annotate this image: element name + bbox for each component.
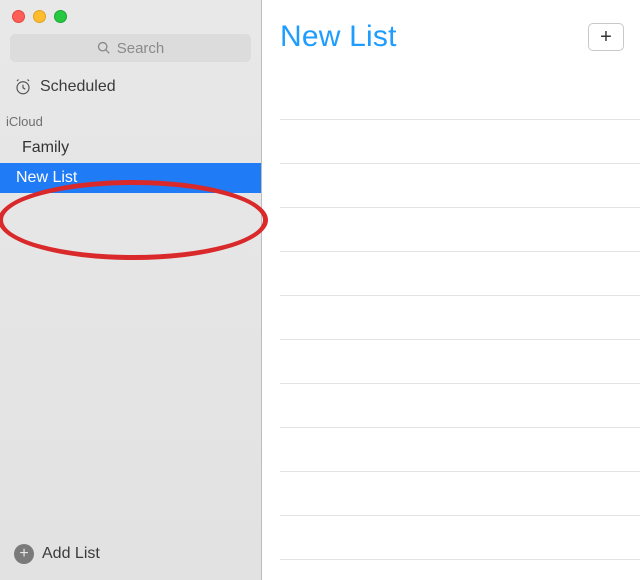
add-reminder-button[interactable]: + <box>588 23 624 51</box>
sidebar-list-family[interactable]: Family <box>0 133 261 163</box>
scheduled-label: Scheduled <box>40 78 116 96</box>
reminder-row[interactable] <box>280 340 640 384</box>
list-title: New List <box>280 20 397 54</box>
reminder-rows[interactable] <box>262 76 640 560</box>
main-panel: New List + <box>262 0 640 580</box>
reminder-row[interactable] <box>280 296 640 340</box>
search-input[interactable]: Search <box>10 34 251 62</box>
search-placeholder: Search <box>117 40 165 57</box>
sidebar-list-new-list[interactable]: New List <box>0 163 261 193</box>
reminder-row[interactable] <box>280 208 640 252</box>
sidebar: Search Scheduled iCloud Family New List … <box>0 0 262 580</box>
plus-icon: + <box>600 26 612 49</box>
search-icon <box>97 41 111 55</box>
add-list-label: Add List <box>42 545 100 563</box>
add-list-button[interactable]: + Add List <box>0 532 261 580</box>
minimize-window-button[interactable] <box>33 10 46 23</box>
reminder-row[interactable] <box>280 428 640 472</box>
scheduled-item[interactable]: Scheduled <box>0 72 261 102</box>
reminders-window: Search Scheduled iCloud Family New List … <box>0 0 640 580</box>
reminder-row[interactable] <box>280 472 640 516</box>
clock-icon <box>14 78 32 96</box>
main-header: New List + <box>262 0 640 62</box>
reminder-row[interactable] <box>280 252 640 296</box>
zoom-window-button[interactable] <box>54 10 67 23</box>
plus-circle-icon: + <box>14 544 34 564</box>
window-controls <box>0 0 261 28</box>
list-label: Family <box>22 139 69 156</box>
reminder-row[interactable] <box>280 516 640 560</box>
reminder-row[interactable] <box>280 164 640 208</box>
close-window-button[interactable] <box>12 10 25 23</box>
list-label: New List <box>16 169 77 186</box>
section-icloud-header: iCloud <box>0 102 261 133</box>
reminder-row[interactable] <box>280 120 640 164</box>
search-field-wrap: Search <box>10 34 251 62</box>
reminder-row[interactable] <box>280 76 640 120</box>
reminder-row[interactable] <box>280 384 640 428</box>
